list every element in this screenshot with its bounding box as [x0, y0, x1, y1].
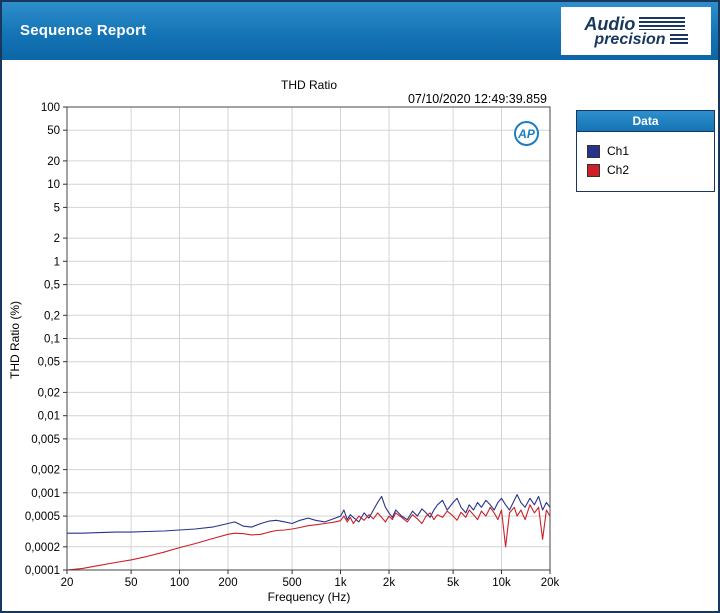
legend-header: Data	[577, 111, 714, 132]
ch1-color-swatch	[587, 144, 600, 158]
ch2-color-swatch	[587, 163, 600, 177]
legend-panel: Data Ch1 Ch2	[576, 110, 715, 192]
legend-item-label: Ch1	[607, 144, 630, 158]
y-tick-label: 0,0001	[25, 565, 60, 577]
y-tick-label: 0,0002	[25, 542, 60, 554]
y-tick-label: 0,05	[38, 357, 60, 369]
legend-body: Ch1 Ch2	[577, 132, 714, 191]
x-tick-label: 20	[61, 577, 74, 589]
y-tick-label: 0,02	[38, 387, 60, 399]
legend-item-ch1[interactable]: Ch1	[587, 144, 704, 158]
y-tick-label: 0,002	[31, 465, 60, 477]
series-line-Ch1	[67, 494, 551, 534]
x-tick-label: 20k	[541, 577, 560, 589]
legend-item-label: Ch2	[607, 163, 630, 177]
x-tick-label: 10k	[492, 577, 511, 589]
y-tick-label: 0,0005	[25, 511, 60, 523]
y-tick-label: 100	[41, 102, 60, 114]
x-tick-label: 5k	[447, 577, 459, 589]
x-tick-label: 2k	[383, 577, 395, 589]
sequence-report-window: Sequence Report Audio precision THD Rati…	[0, 0, 720, 613]
y-tick-label: 5	[54, 202, 60, 214]
series-line-Ch2	[66, 504, 551, 571]
y-tick-label: 0,005	[31, 434, 60, 446]
thd-ratio-chart: 20 50 100 200 500 1k 2k 5k 10k 20k 100 50 20 10 5 2 1 0,5…	[25, 102, 560, 589]
y-tick-label: 0,01	[38, 411, 60, 423]
x-tick-label: 100	[170, 577, 189, 589]
x-tick-label: 1k	[334, 577, 346, 589]
legend-item-ch2[interactable]: Ch2	[587, 163, 704, 177]
y-tick-label: 0,001	[31, 488, 60, 500]
y-tick-label: 2	[54, 233, 60, 245]
y-tick-label: 0,2	[44, 310, 60, 322]
x-tick-label: 200	[218, 577, 237, 589]
y-tick-label: 50	[47, 125, 60, 137]
ap-circle-logo-icon: AP	[514, 121, 539, 146]
y-tick-label: 10	[47, 179, 60, 191]
y-tick-label: 0,1	[44, 334, 60, 346]
x-tick-label: 500	[283, 577, 302, 589]
y-tick-label: 20	[47, 156, 60, 168]
y-tick-label: 1	[54, 256, 60, 268]
y-axis-label: THD Ratio (%)	[8, 301, 22, 380]
x-tick-label: 50	[125, 577, 138, 589]
x-axis-label: Frequency (Hz)	[267, 590, 351, 604]
y-tick-label: 0,5	[44, 280, 60, 292]
